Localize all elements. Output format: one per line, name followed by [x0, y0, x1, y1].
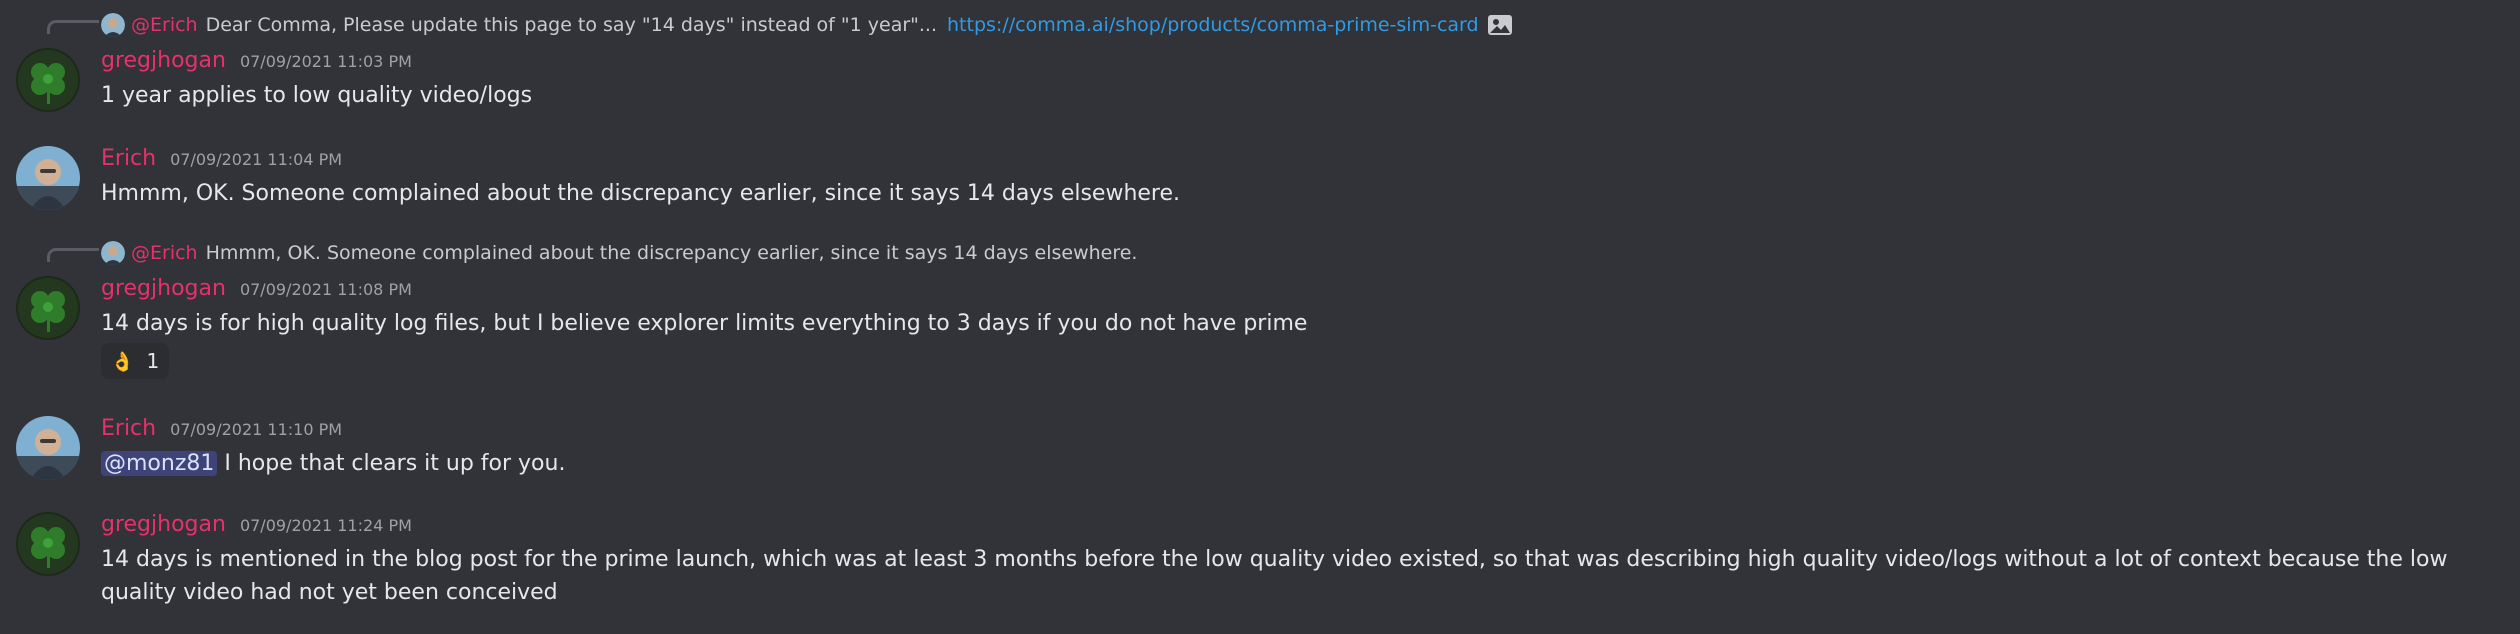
avatar[interactable]	[16, 146, 80, 210]
reply-connector	[47, 20, 99, 34]
message-header: gregjhogan 07/09/2021 11:03 PM	[101, 48, 412, 76]
message-header: Erich 07/09/2021 11:04 PM	[101, 146, 342, 174]
avatar[interactable]	[16, 512, 80, 576]
timestamp[interactable]: 07/09/2021 11:03 PM	[240, 52, 412, 71]
message-2: Erich 07/09/2021 11:04 PM Hmmm, OK. Some…	[0, 130, 2520, 220]
message-header: gregjhogan 07/09/2021 11:08 PM	[101, 276, 412, 304]
message-header: gregjhogan 07/09/2021 11:24 PM	[101, 512, 412, 540]
ok-hand-emoji: 👌	[110, 350, 135, 373]
reaction-count: 1	[146, 349, 160, 373]
username[interactable]: Erich	[101, 146, 156, 171]
message-5: gregjhogan 07/09/2021 11:24 PM 14 days i…	[0, 496, 2520, 634]
message-text: I hope that clears it up for you.	[217, 451, 566, 476]
avatar[interactable]	[16, 416, 80, 480]
message-content: 1 year applies to low quality video/logs	[101, 83, 533, 108]
timestamp[interactable]: 07/09/2021 11:24 PM	[240, 516, 412, 535]
reply-preview[interactable]: @Erich Hmmm, OK. Someone complained abou…	[101, 241, 1137, 265]
reply-avatar	[101, 13, 125, 37]
message-content: @monz81 I hope that clears it up for you…	[101, 447, 2504, 480]
avatar[interactable]	[16, 276, 80, 340]
avatar[interactable]	[16, 48, 80, 112]
reply-text[interactable]: Hmmm, OK. Someone complained about the d…	[206, 242, 1138, 264]
reply-preview[interactable]: @Erich Dear Comma, Please update this pa…	[101, 13, 1513, 37]
timestamp[interactable]: 07/09/2021 11:04 PM	[170, 150, 342, 169]
reply-author[interactable]: @Erich	[131, 14, 198, 36]
username[interactable]: Erich	[101, 416, 156, 441]
reply-avatar	[101, 241, 125, 265]
username[interactable]: gregjhogan	[101, 48, 226, 73]
message-header: Erich 07/09/2021 11:10 PM	[101, 416, 342, 444]
user-mention[interactable]: @monz81	[101, 451, 218, 476]
timestamp[interactable]: 07/09/2021 11:08 PM	[240, 280, 412, 299]
username[interactable]: gregjhogan	[101, 276, 226, 301]
timestamp[interactable]: 07/09/2021 11:10 PM	[170, 420, 342, 439]
message-4: Erich 07/09/2021 11:10 PM @monz81 I hope…	[0, 400, 2520, 490]
message-content: 14 days is for high quality log files, b…	[101, 311, 1308, 336]
reaction-button[interactable]: 👌 1	[101, 343, 169, 379]
message-content: Hmmm, OK. Someone complained about the d…	[101, 181, 1181, 206]
message-content: 14 days is mentioned in the blog post fo…	[101, 547, 2448, 605]
chat-message-list: @Erich Dear Comma, Please update this pa…	[0, 0, 2520, 634]
reply-author[interactable]: @Erich	[131, 242, 198, 264]
message-3: @Erich Hmmm, OK. Someone complained abou…	[0, 228, 2520, 388]
message-1: @Erich Dear Comma, Please update this pa…	[0, 0, 2520, 120]
reply-text[interactable]: Dear Comma, Please update this page to s…	[206, 14, 937, 36]
reply-connector	[47, 248, 99, 262]
image-icon	[1487, 13, 1513, 37]
username[interactable]: gregjhogan	[101, 512, 226, 537]
reply-link[interactable]: https://comma.ai/shop/products/comma-pri…	[947, 14, 1479, 36]
